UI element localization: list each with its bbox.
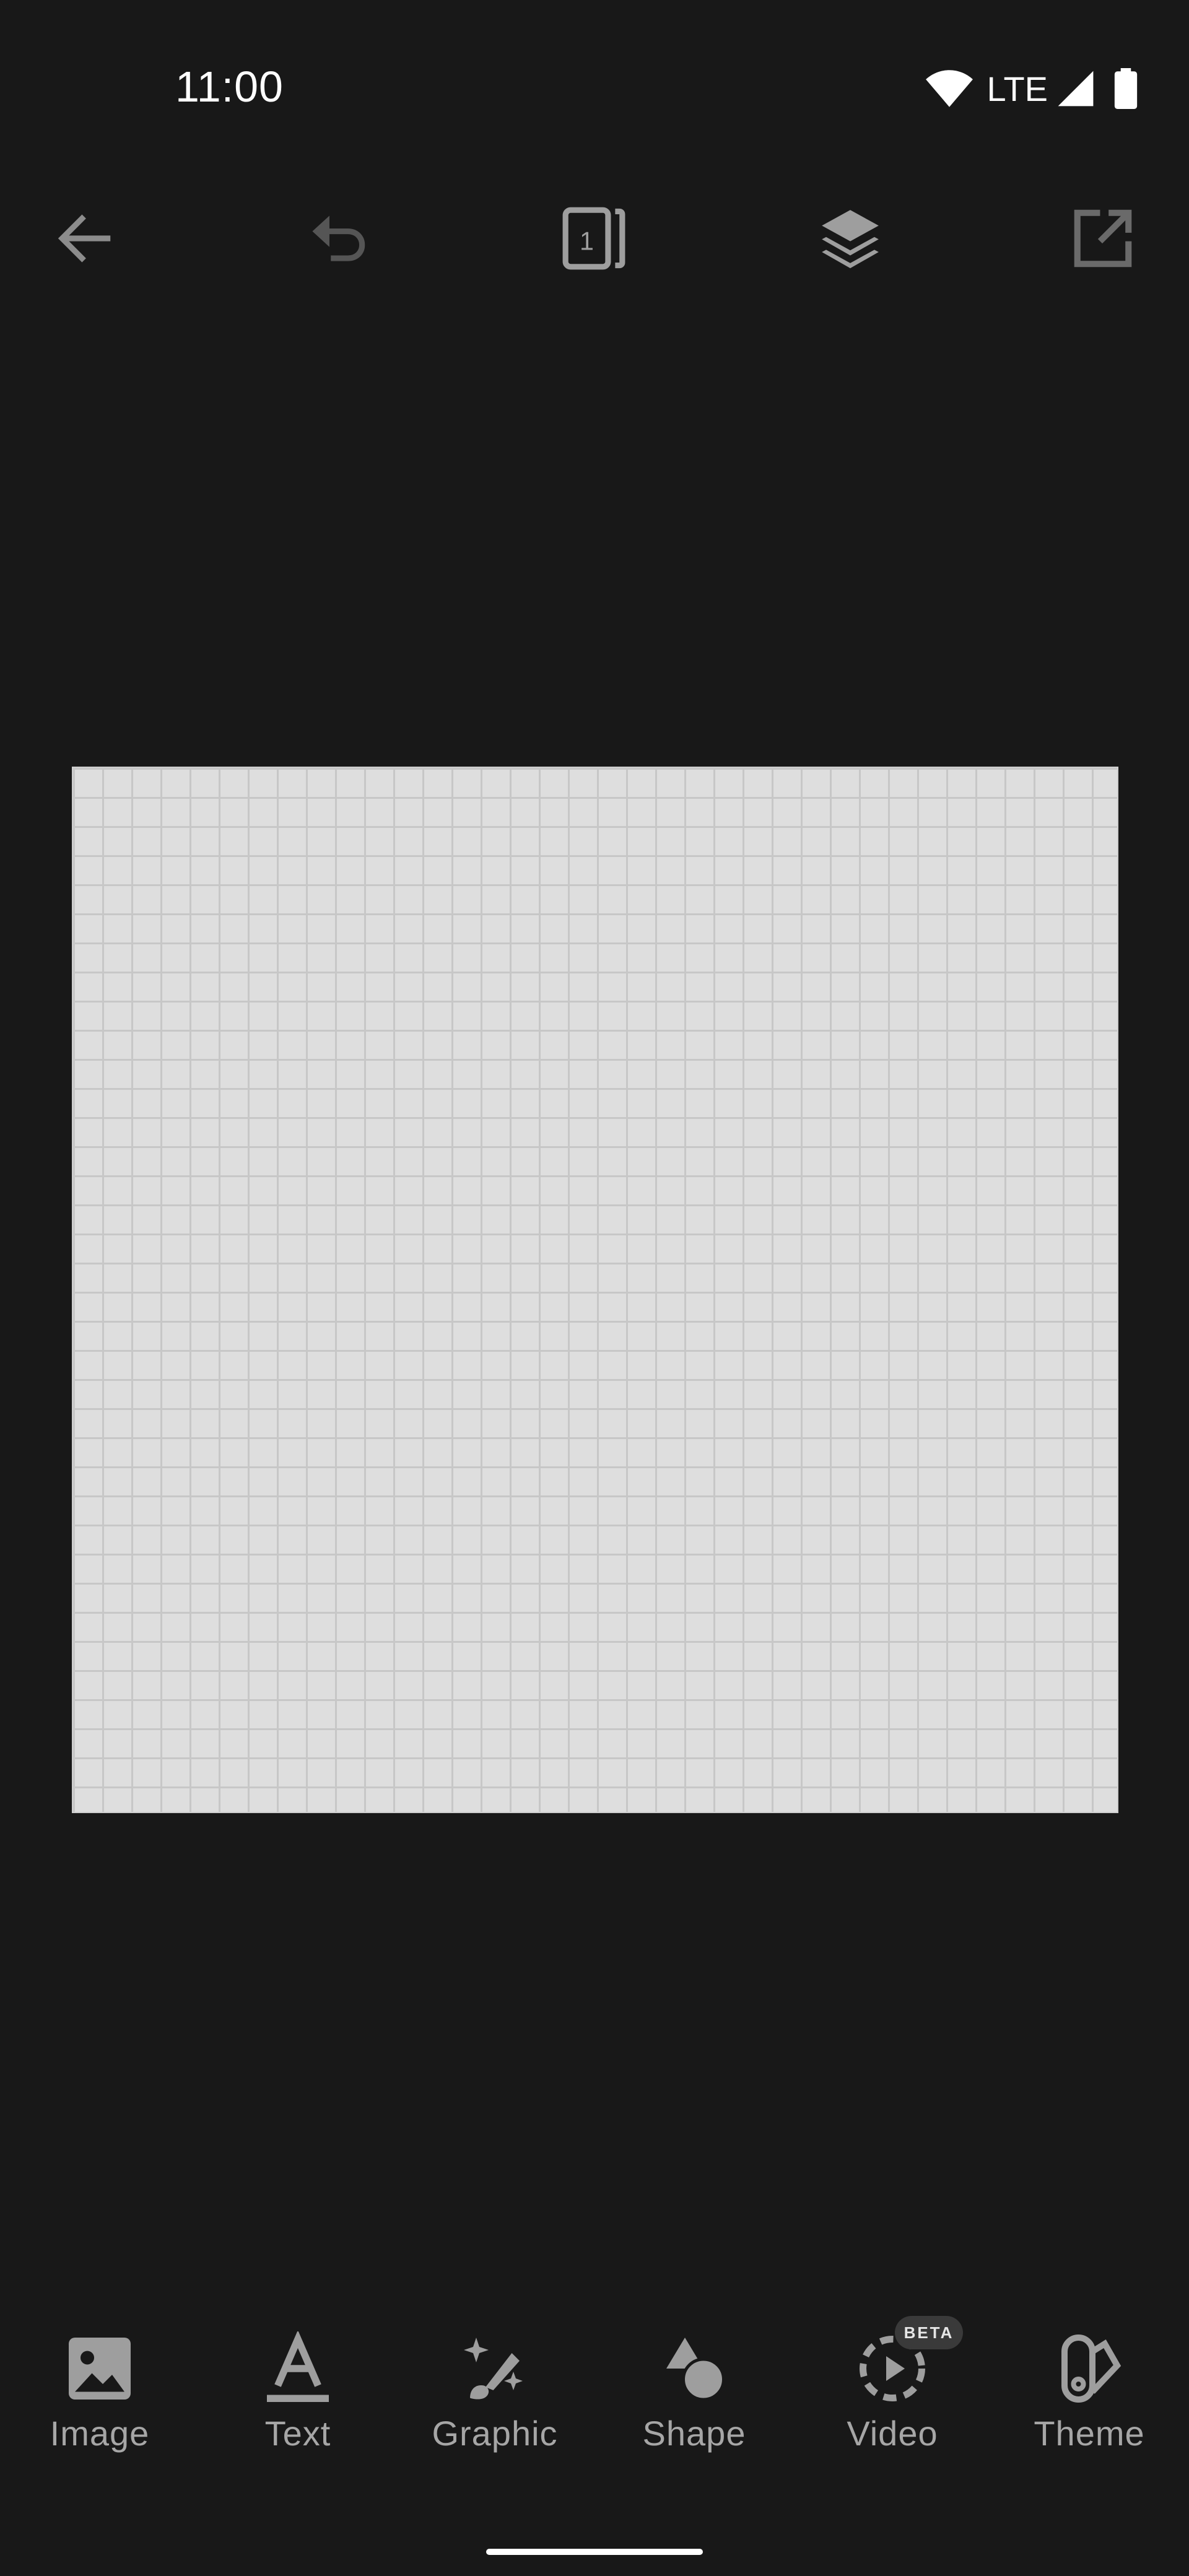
undo-icon xyxy=(312,215,365,261)
editor-screen: 11:00 LTE 1 Image Text Graphic Shape Vid… xyxy=(0,0,1189,2576)
design-canvas[interactable] xyxy=(72,767,1118,1813)
undo-button[interactable] xyxy=(299,198,380,279)
image-tool-label: Image xyxy=(50,2414,150,2453)
shape-icon xyxy=(666,2338,725,2401)
layers-icon xyxy=(822,210,879,269)
status-icons: LTE xyxy=(925,68,1138,109)
text-tool[interactable]: Text xyxy=(205,2316,391,2465)
image-tool[interactable]: Image xyxy=(7,2316,193,2465)
battery-icon xyxy=(1114,68,1138,109)
home-indicator[interactable] xyxy=(486,2549,703,2555)
export-button[interactable] xyxy=(1063,198,1143,279)
bottom-tool-bar: Image Text Graphic Shape Video Theme xyxy=(0,2316,1189,2477)
pages-icon: 1 xyxy=(562,207,625,270)
theme-tool-label: Theme xyxy=(1034,2414,1145,2453)
arrow-left-icon xyxy=(58,214,111,263)
graphic-tool-label: Graphic xyxy=(432,2414,558,2453)
graphic-icon xyxy=(464,2338,523,2400)
status-bar: 11:00 LTE xyxy=(0,0,1189,124)
export-icon xyxy=(1074,209,1132,268)
shape-tool[interactable]: Shape xyxy=(601,2316,787,2465)
beta-badge: BETA xyxy=(895,2316,963,2349)
signal-icon xyxy=(1058,71,1094,107)
wifi-icon xyxy=(926,70,973,107)
pages-button[interactable]: 1 xyxy=(554,198,634,279)
graphic-tool[interactable]: Graphic xyxy=(402,2316,588,2465)
back-button[interactable] xyxy=(45,198,125,279)
editor-toolbar: 1 xyxy=(0,186,1189,285)
video-tool-label: Video xyxy=(847,2414,938,2453)
theme-icon xyxy=(1061,2334,1121,2403)
text-tool-label: Text xyxy=(264,2414,331,2453)
shape-tool-label: Shape xyxy=(642,2414,746,2453)
text-icon xyxy=(267,2330,329,2402)
status-time: 11:00 xyxy=(175,63,284,111)
layers-button[interactable] xyxy=(810,198,891,279)
network-type: LTE xyxy=(986,69,1048,108)
theme-tool[interactable]: Theme xyxy=(996,2316,1182,2465)
page-count: 1 xyxy=(580,227,594,255)
image-icon xyxy=(69,2338,131,2400)
